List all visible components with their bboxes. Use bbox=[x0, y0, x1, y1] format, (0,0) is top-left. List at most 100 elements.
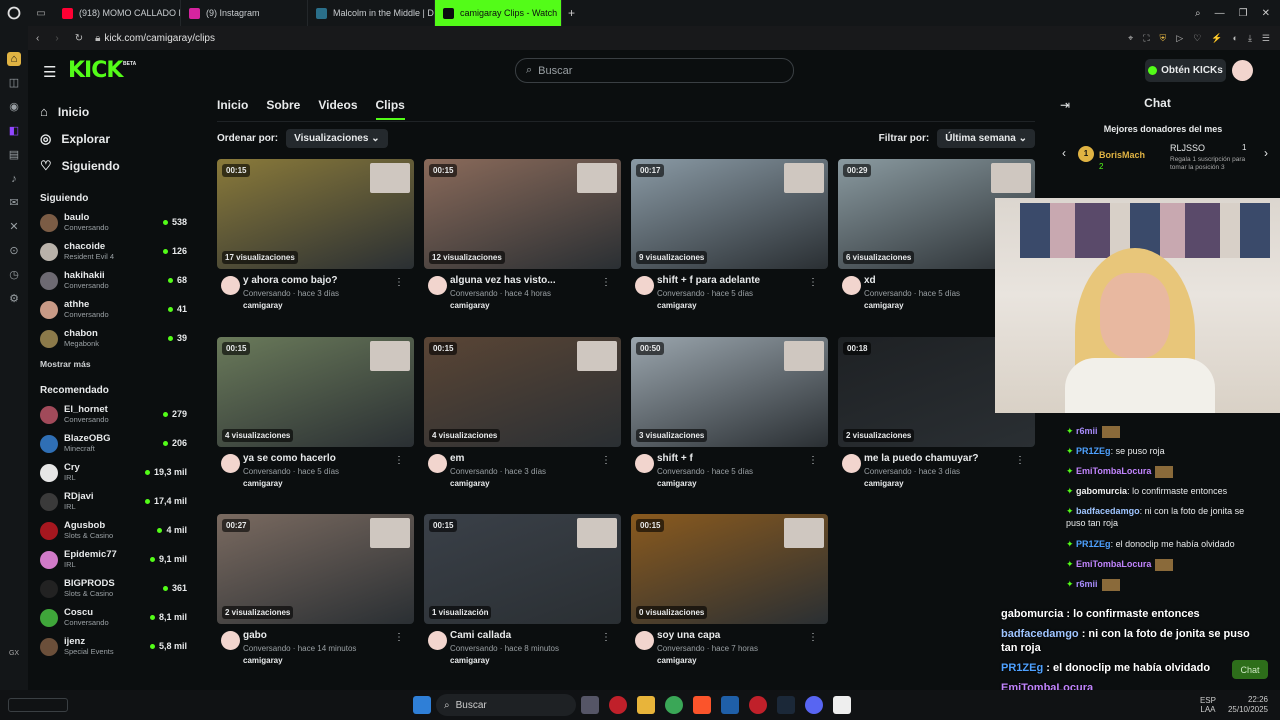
clip-thumbnail[interactable]: 00:15 4 visualizaciones bbox=[217, 337, 414, 447]
clip-author[interactable]: camigaray bbox=[243, 479, 414, 488]
author-avatar[interactable] bbox=[428, 454, 447, 473]
snapshot-icon[interactable]: ⛶ bbox=[1143, 33, 1149, 44]
brave-icon[interactable] bbox=[693, 696, 711, 714]
chat-username[interactable]: gabomurcia bbox=[1076, 486, 1127, 496]
new-tab-button[interactable]: + bbox=[562, 6, 575, 20]
author-avatar[interactable] bbox=[635, 276, 654, 295]
clip-title[interactable]: xd bbox=[864, 275, 1014, 286]
radio-icon[interactable]: ◉ bbox=[7, 100, 21, 114]
twitch-icon[interactable]: ◧ bbox=[7, 124, 21, 138]
app-q-icon[interactable] bbox=[833, 696, 851, 714]
clip-title[interactable]: gabo bbox=[243, 630, 393, 641]
nav-item-inicio[interactable]: ⌂ Inicio bbox=[28, 98, 195, 125]
history-icon[interactable]: ◷ bbox=[7, 268, 21, 282]
chat-username[interactable]: r6mii bbox=[1076, 579, 1098, 589]
clip-card[interactable]: 00:17 9 visualizaciones shift + f para ade… bbox=[631, 159, 828, 329]
chat-username[interactable]: EmiTombaLocura bbox=[1076, 466, 1151, 476]
more-options-icon[interactable]: ⋮ bbox=[394, 455, 404, 466]
clip-thumbnail[interactable]: 00:17 9 visualizaciones bbox=[631, 159, 828, 269]
channel-item[interactable]: Cry IRL 19,3 mil bbox=[28, 458, 195, 487]
author-avatar[interactable] bbox=[428, 276, 447, 295]
clip-title[interactable]: me la puedo chamuyar? bbox=[864, 453, 1014, 464]
clip-card[interactable]: 00:15 12 visualizaciones alguna vez has vi… bbox=[424, 159, 621, 329]
channel-item[interactable]: BlazeOBG Minecraft 206 bbox=[28, 429, 195, 458]
search-tabs-icon[interactable]: ⌕ bbox=[1195, 8, 1201, 19]
news-icon[interactable]: ▤ bbox=[7, 148, 21, 162]
channel-item[interactable]: BIGPRODS Slots & Casino 361 bbox=[28, 574, 195, 603]
clip-title[interactable]: em bbox=[450, 453, 600, 464]
forward-icon[interactable]: › bbox=[47, 33, 66, 44]
browser-tab[interactable]: Malcolm in the Middle | D bbox=[308, 0, 435, 26]
gaming-icon[interactable]: ◫ bbox=[7, 76, 21, 90]
donors-next-icon[interactable]: › bbox=[1264, 146, 1268, 160]
clip-card[interactable]: 00:15 0 visualizaciones soy una capa Conver… bbox=[631, 514, 828, 684]
nav-item-siguiendo[interactable]: ♡ Siguiendo bbox=[28, 152, 195, 179]
channel-item[interactable]: athhe Conversando 41 bbox=[28, 295, 195, 324]
hamburger-icon[interactable]: ☰ bbox=[43, 63, 56, 81]
tab-clips[interactable]: Clips bbox=[375, 98, 405, 120]
clip-title[interactable]: shift + f para adelante bbox=[657, 275, 807, 286]
author-avatar[interactable] bbox=[221, 454, 240, 473]
more-options-icon[interactable]: ⋮ bbox=[601, 632, 611, 643]
clip-title[interactable]: y ahora como bajo? bbox=[243, 275, 393, 286]
sort-dropdown[interactable]: Visualizaciones ⌄ bbox=[286, 128, 388, 148]
file-explorer-icon[interactable] bbox=[637, 696, 655, 714]
channel-item[interactable]: chacoide Resident Evil 4 126 bbox=[28, 237, 195, 266]
author-avatar[interactable] bbox=[221, 276, 240, 295]
music-icon[interactable]: ♪ bbox=[7, 172, 21, 186]
bookmark-icon[interactable]: ♡ bbox=[1193, 33, 1201, 44]
clip-card[interactable]: 00:15 1 visualización Cami callada Conversa… bbox=[424, 514, 621, 684]
channel-item[interactable]: hakihakii Conversando 68 bbox=[28, 266, 195, 295]
chat-username[interactable]: EmiTombaLocura bbox=[1076, 559, 1151, 569]
author-avatar[interactable] bbox=[221, 631, 240, 650]
close-button[interactable]: ✕ bbox=[1262, 8, 1270, 19]
chrome-icon[interactable] bbox=[665, 696, 683, 714]
clip-author[interactable]: camigaray bbox=[450, 656, 621, 665]
menu-icon[interactable]: ☰ bbox=[1262, 33, 1270, 44]
steam-icon[interactable] bbox=[777, 696, 795, 714]
clip-author[interactable]: camigaray bbox=[657, 301, 828, 310]
chat-username[interactable]: badfacedamgo bbox=[1076, 506, 1140, 516]
tab-videos[interactable]: Videos bbox=[318, 98, 357, 120]
chat-username[interactable]: r6mii bbox=[1076, 426, 1098, 436]
get-kicks-button[interactable]: Obtén KICKs bbox=[1145, 59, 1226, 82]
clip-title[interactable]: Cami callada bbox=[450, 630, 600, 641]
search-input[interactable]: ⌕ Buscar bbox=[515, 58, 794, 83]
shield-icon[interactable]: ⛨ bbox=[1160, 33, 1167, 44]
minimize-button[interactable]: — bbox=[1215, 8, 1225, 19]
channel-item[interactable]: ijenz Special Events 5,8 mil bbox=[28, 632, 195, 661]
tab-sobre[interactable]: Sobre bbox=[266, 98, 300, 120]
clip-author[interactable]: camigaray bbox=[243, 656, 414, 665]
chat-username[interactable]: PR1ZEg bbox=[1076, 539, 1111, 549]
opera-gx-taskbar-icon[interactable] bbox=[609, 696, 627, 714]
clip-author[interactable]: camigaray bbox=[657, 479, 828, 488]
donors-prev-icon[interactable]: ‹ bbox=[1062, 146, 1066, 160]
ccleaner-icon[interactable] bbox=[721, 696, 739, 714]
url-text[interactable]: kick.com/camigaray/clips bbox=[104, 33, 215, 44]
browser-tab[interactable]: camigaray Clips - Watch bbox=[435, 0, 562, 26]
show-more-link[interactable]: Mostrar más bbox=[28, 359, 195, 369]
kick-logo[interactable]: KICK bbox=[68, 58, 123, 83]
channel-item[interactable]: chabon Megabonk 39 bbox=[28, 324, 195, 353]
workspaces-icon[interactable]: ▭ bbox=[28, 8, 54, 19]
more-options-icon[interactable]: ⋮ bbox=[1015, 455, 1025, 466]
clock[interactable]: 22:26 25/10/2025 bbox=[1228, 695, 1268, 715]
clip-author[interactable]: camigaray bbox=[243, 301, 414, 310]
more-options-icon[interactable]: ⋮ bbox=[808, 632, 818, 643]
clip-author[interactable]: camigaray bbox=[450, 479, 621, 488]
clip-thumbnail[interactable]: 00:15 1 visualización bbox=[424, 514, 621, 624]
opera-icon[interactable] bbox=[0, 0, 28, 26]
channel-item[interactable]: Agusbob Slots & Casino 4 mil bbox=[28, 516, 195, 545]
language-indicator[interactable]: ESP LAA bbox=[1200, 696, 1216, 714]
tab-inicio[interactable]: Inicio bbox=[217, 98, 248, 120]
clip-title[interactable]: soy una capa bbox=[657, 630, 807, 641]
more-options-icon[interactable]: ⋮ bbox=[601, 455, 611, 466]
more-options-icon[interactable]: ⋮ bbox=[394, 632, 404, 643]
author-avatar[interactable] bbox=[635, 631, 654, 650]
download-icon[interactable]: ⤓ bbox=[1248, 33, 1252, 44]
taskbar-search[interactable]: ⌕ Buscar bbox=[436, 694, 576, 716]
donor2-name[interactable]: RLJSSO bbox=[1170, 143, 1205, 153]
reload-icon[interactable]: ↻ bbox=[67, 33, 91, 44]
clip-title[interactable]: alguna vez has visto... bbox=[450, 275, 600, 286]
browser-tab[interactable]: (918) MOMO CALLADO D bbox=[54, 0, 181, 26]
